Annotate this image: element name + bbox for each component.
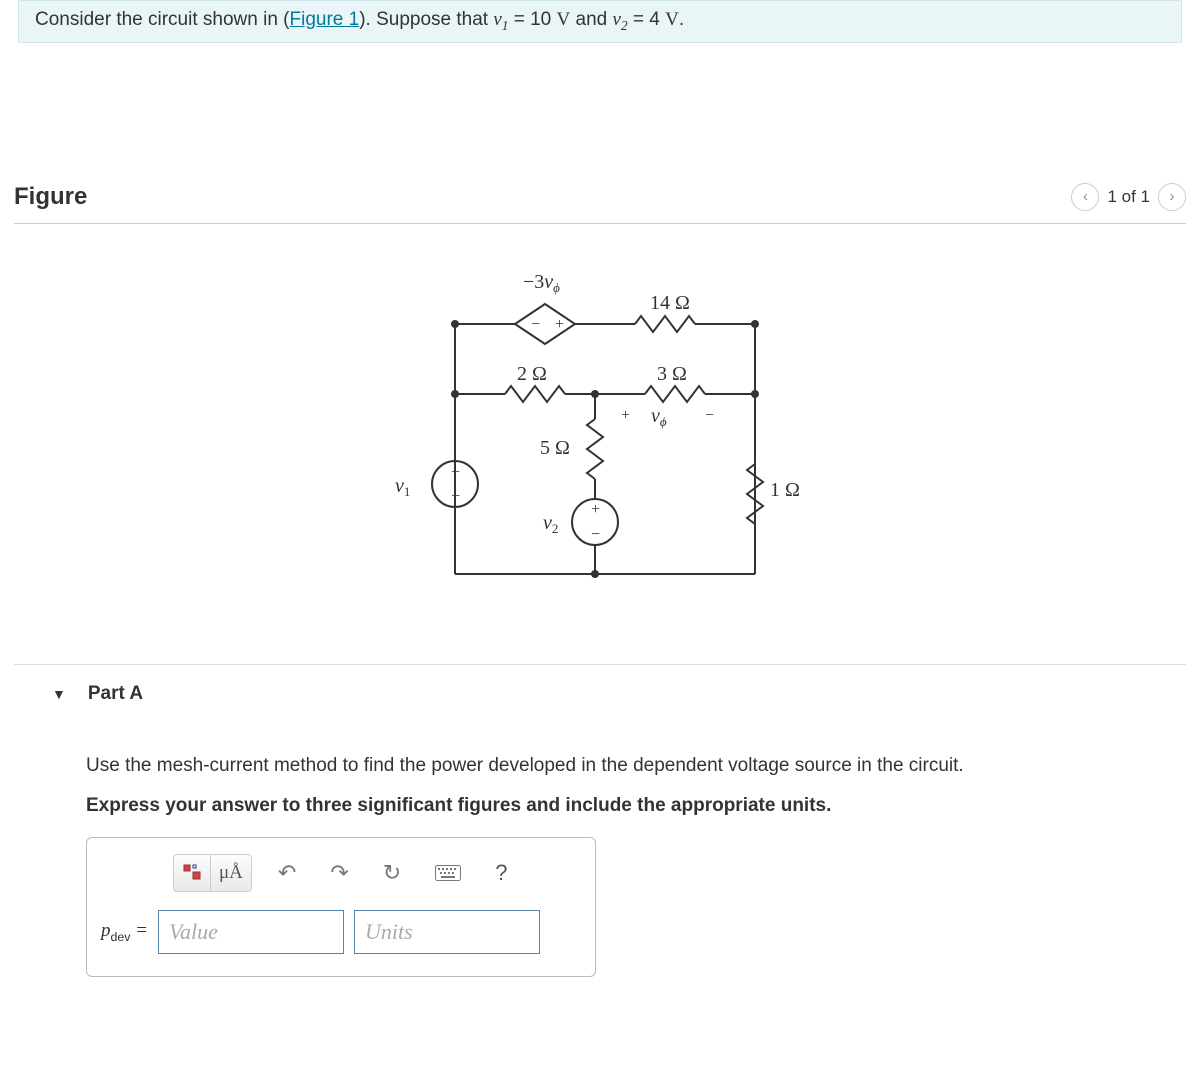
units-placeholder: Units [365,919,413,945]
end-dot: . [679,9,684,30]
svg-text:v1: v1 [395,475,410,499]
eq2: = 4 [628,9,666,30]
units-input[interactable]: Units [354,910,540,954]
prompt-text-pre: Consider the circuit shown in ( [35,9,290,30]
help-label: ? [495,860,507,886]
help-button[interactable]: ? [487,855,515,891]
units-button-label: μÅ [219,862,243,884]
units-button[interactable]: μÅ [211,855,251,891]
r14-label: 14 Ω [650,292,690,314]
svg-text:3 Ω: 3 Ω [657,363,687,385]
answer-toolbar: μÅ ↶ ↷ ↻ ? [173,854,581,892]
answer-var-label: pdev = [101,920,148,944]
svg-text:−: − [531,316,540,333]
svg-text:+: + [451,464,460,481]
svg-text:−3vϕ: −3vϕ [523,271,560,295]
value-placeholder: Value [169,919,218,945]
part-a-instruction: Use the mesh-current method to find the … [86,755,1186,777]
svg-text:2 Ω: 2 Ω [517,363,547,385]
figure-section: Figure ‹ 1 of 1 › .wire { stroke:#333; s… [14,183,1186,604]
eq1: = 10 [508,9,556,30]
svg-text:5 Ω: 5 Ω [540,437,570,459]
svg-text:v2: v2 [543,512,558,536]
svg-text:−: − [451,488,460,505]
prompt-text-post1: ). Suppose that [359,9,493,30]
templates-button[interactable] [174,855,211,891]
svg-text:+: + [555,316,564,333]
keyboard-icon [435,865,461,881]
figure-header: Figure ‹ 1 of 1 › [14,183,1186,224]
answer-var-sub: dev [111,930,131,944]
redo-button[interactable]: ↷ [322,855,356,891]
figure-link[interactable]: Figure 1 [290,9,360,30]
svg-text:−: − [705,407,714,424]
circuit-svg: .wire { stroke:#333; stroke-width:2; fil… [365,264,835,604]
reset-button[interactable]: ↻ [375,855,409,891]
figure-pager: ‹ 1 of 1 › [1071,183,1186,211]
figure-heading: Figure [14,183,87,211]
svg-text:1 Ω: 1 Ω [770,479,800,501]
answer-var-eq: = [130,920,148,941]
part-a-header[interactable]: ▼ Part A [52,683,1186,705]
svg-text:−: − [591,526,600,543]
problem-statement: Consider the circuit shown in (Figure 1)… [18,0,1182,43]
part-a-instruction-2: Express your answer to three significant… [86,795,1186,817]
v2-sub: 2 [621,18,628,33]
templates-icon [182,863,202,883]
unit-v2: V [665,9,679,30]
keyboard-button[interactable] [427,855,469,891]
pager-next-button[interactable]: › [1158,183,1186,211]
part-a-title: Part A [88,683,143,705]
and-word: and [570,9,612,30]
pager-prev-button[interactable]: ‹ [1071,183,1099,211]
svg-text:vϕ: vϕ [651,405,667,429]
value-input[interactable]: Value [158,910,344,954]
v1-symbol: v [493,9,501,30]
undo-button[interactable]: ↶ [270,855,304,891]
circuit-figure: .wire { stroke:#333; stroke-width:2; fil… [14,264,1186,604]
svg-text:+: + [621,407,630,424]
v2-symbol: v [613,9,621,30]
answer-row: pdev = Value Units [101,910,581,954]
svg-text:+: + [591,501,600,518]
answer-var-main: p [101,920,111,941]
pager-count: 1 of 1 [1107,187,1150,207]
collapse-triangle-icon: ▼ [52,686,66,702]
unit-v1: V [557,9,571,30]
part-a-section: ▼ Part A Use the mesh-current method to … [14,664,1186,977]
answer-box: μÅ ↶ ↷ ↻ ? [86,837,596,977]
